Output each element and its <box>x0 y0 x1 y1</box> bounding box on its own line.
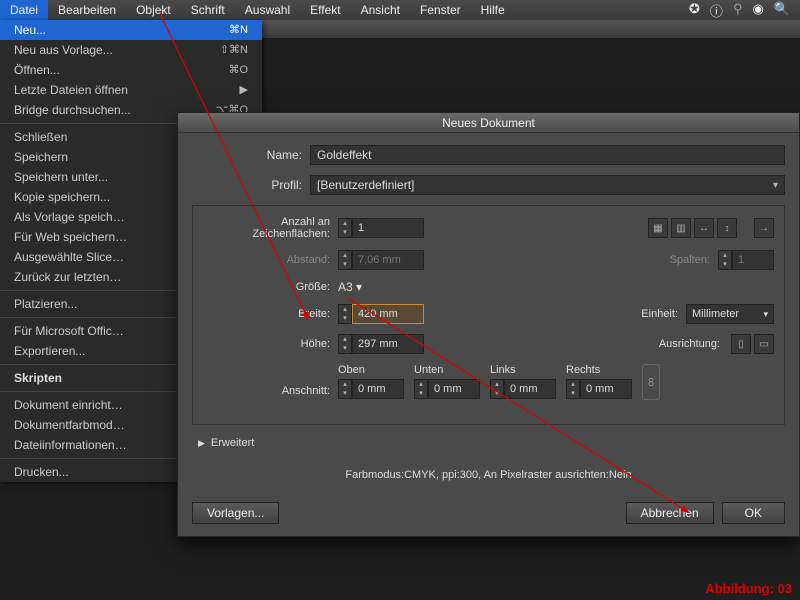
menu-hilfe[interactable]: Hilfe <box>471 0 515 20</box>
settings-panel: Anzahl an Zeichenflächen: ▴▾ ▦ ▥ ↔ ↕ → A… <box>192 205 785 425</box>
columns-label: Spalten: <box>670 254 718 266</box>
chevron-down-icon: ▾ <box>356 280 362 294</box>
menu-ansicht[interactable]: Ansicht <box>351 0 410 20</box>
bleed-bottom-input[interactable] <box>428 379 480 399</box>
templates-button[interactable]: Vorlagen... <box>192 502 279 524</box>
spacing-stepper: ▴▾ <box>338 250 424 270</box>
menu-datei[interactable]: Datei <box>0 0 48 20</box>
width-input[interactable] <box>352 304 424 324</box>
triangle-right-icon: ▶ <box>198 438 205 449</box>
figure-label: Abbildung: 03 <box>705 581 792 596</box>
menu-schrift[interactable]: Schrift <box>181 0 235 20</box>
menu-item[interactable]: Neu aus Vorlage...⇧⌘N <box>0 40 262 60</box>
menu-auswahl[interactable]: Auswahl <box>235 0 300 20</box>
width-label: Breite: <box>203 308 338 320</box>
columns-stepper: ▴▾ <box>718 250 774 270</box>
notify-icon[interactable]: ✪ <box>689 1 700 20</box>
info-icon[interactable]: ⓘ <box>710 1 723 20</box>
bleed-bottom-stepper[interactable]: ▴▾ <box>414 379 480 399</box>
link-values-icon[interactable]: 𝟾 <box>642 364 660 400</box>
menu-bearbeiten[interactable]: Bearbeiten <box>48 0 126 20</box>
bleed-bottom-label: Unten <box>414 364 443 376</box>
arrange-grid-row-icon[interactable]: ▦ <box>648 218 668 238</box>
arrange-grid-col-icon[interactable]: ▥ <box>671 218 691 238</box>
bleed-right-stepper[interactable]: ▴▾ <box>566 379 632 399</box>
document-summary: Farbmodus:CMYK, ppi:300, An Pixelraster … <box>192 469 785 481</box>
columns-input <box>732 250 774 270</box>
menu-objekt[interactable]: Objekt <box>126 0 181 20</box>
menu-item[interactable]: Öffnen...⌘O <box>0 60 262 80</box>
spacing-input <box>352 250 424 270</box>
bleed-left-input[interactable] <box>504 379 556 399</box>
advanced-label: Erweitert <box>211 437 254 449</box>
arrange-ltr-icon[interactable]: → <box>754 218 774 238</box>
name-input[interactable] <box>310 145 785 165</box>
height-stepper[interactable]: ▴▾ <box>338 334 424 354</box>
menu-fenster[interactable]: Fenster <box>410 0 471 20</box>
size-label: Größe: <box>203 281 338 293</box>
profile-select[interactable]: [Benutzerdefiniert] ▾ <box>310 175 785 195</box>
cancel-button[interactable]: Abbrechen <box>626 502 714 524</box>
bleed-top-stepper[interactable]: ▴▾ <box>338 379 404 399</box>
bleed-right-label: Rechts <box>566 364 600 376</box>
arrange-row-rtl-icon[interactable]: ↔ <box>694 218 714 238</box>
orientation-landscape-icon[interactable]: ▭ <box>754 334 774 354</box>
new-document-dialog: Neues Dokument Name: Profil: [Benutzerde… <box>177 112 800 537</box>
dialog-title: Neues Dokument <box>178 113 799 133</box>
size-select[interactable]: A3 ▾ <box>338 280 774 294</box>
menu-effekt[interactable]: Effekt <box>300 0 350 20</box>
profile-label: Profil: <box>192 178 310 192</box>
arrange-col-icon[interactable]: ↕ <box>717 218 737 238</box>
profile-value: [Benutzerdefiniert] <box>317 178 414 192</box>
orientation-portrait-icon[interactable]: ▯ <box>731 334 751 354</box>
height-input[interactable] <box>352 334 424 354</box>
artboards-stepper[interactable]: ▴▾ <box>338 218 424 238</box>
size-value: A3 <box>338 280 353 294</box>
bluetooth-icon[interactable]: ⚲ <box>733 1 743 20</box>
advanced-toggle[interactable]: ▶ Erweitert <box>198 437 785 449</box>
width-stepper[interactable]: ▴▾ <box>338 304 424 324</box>
ok-button[interactable]: OK <box>722 502 785 524</box>
bleed-left-label: Links <box>490 364 516 376</box>
search-icon[interactable]: 🔍 <box>774 1 790 20</box>
chevron-down-icon: ▾ <box>763 309 768 320</box>
unit-value: Millimeter <box>692 308 739 320</box>
unit-label: Einheit: <box>641 308 686 320</box>
artboards-label: Anzahl an Zeichenflächen: <box>203 216 338 240</box>
bleed-top-input[interactable] <box>352 379 404 399</box>
name-label: Name: <box>192 148 310 162</box>
wifi-icon[interactable]: ◉ <box>752 1 763 20</box>
spacing-label: Abstand: <box>203 254 338 266</box>
unit-select[interactable]: Millimeter ▾ <box>686 304 774 324</box>
menu-item[interactable]: Neu...⌘N <box>0 20 262 40</box>
bleed-label: Anschnitt: <box>203 385 338 400</box>
menubar: Datei Bearbeiten Objekt Schrift Auswahl … <box>0 0 800 20</box>
bleed-right-input[interactable] <box>580 379 632 399</box>
menu-item[interactable]: Letzte Dateien öffnen▶ <box>0 80 262 100</box>
bleed-left-stepper[interactable]: ▴▾ <box>490 379 556 399</box>
height-label: Höhe: <box>203 338 338 350</box>
artboards-input[interactable] <box>352 218 424 238</box>
bleed-top-label: Oben <box>338 364 365 376</box>
orientation-label: Ausrichtung: <box>659 338 728 350</box>
chevron-down-icon: ▾ <box>773 180 778 191</box>
